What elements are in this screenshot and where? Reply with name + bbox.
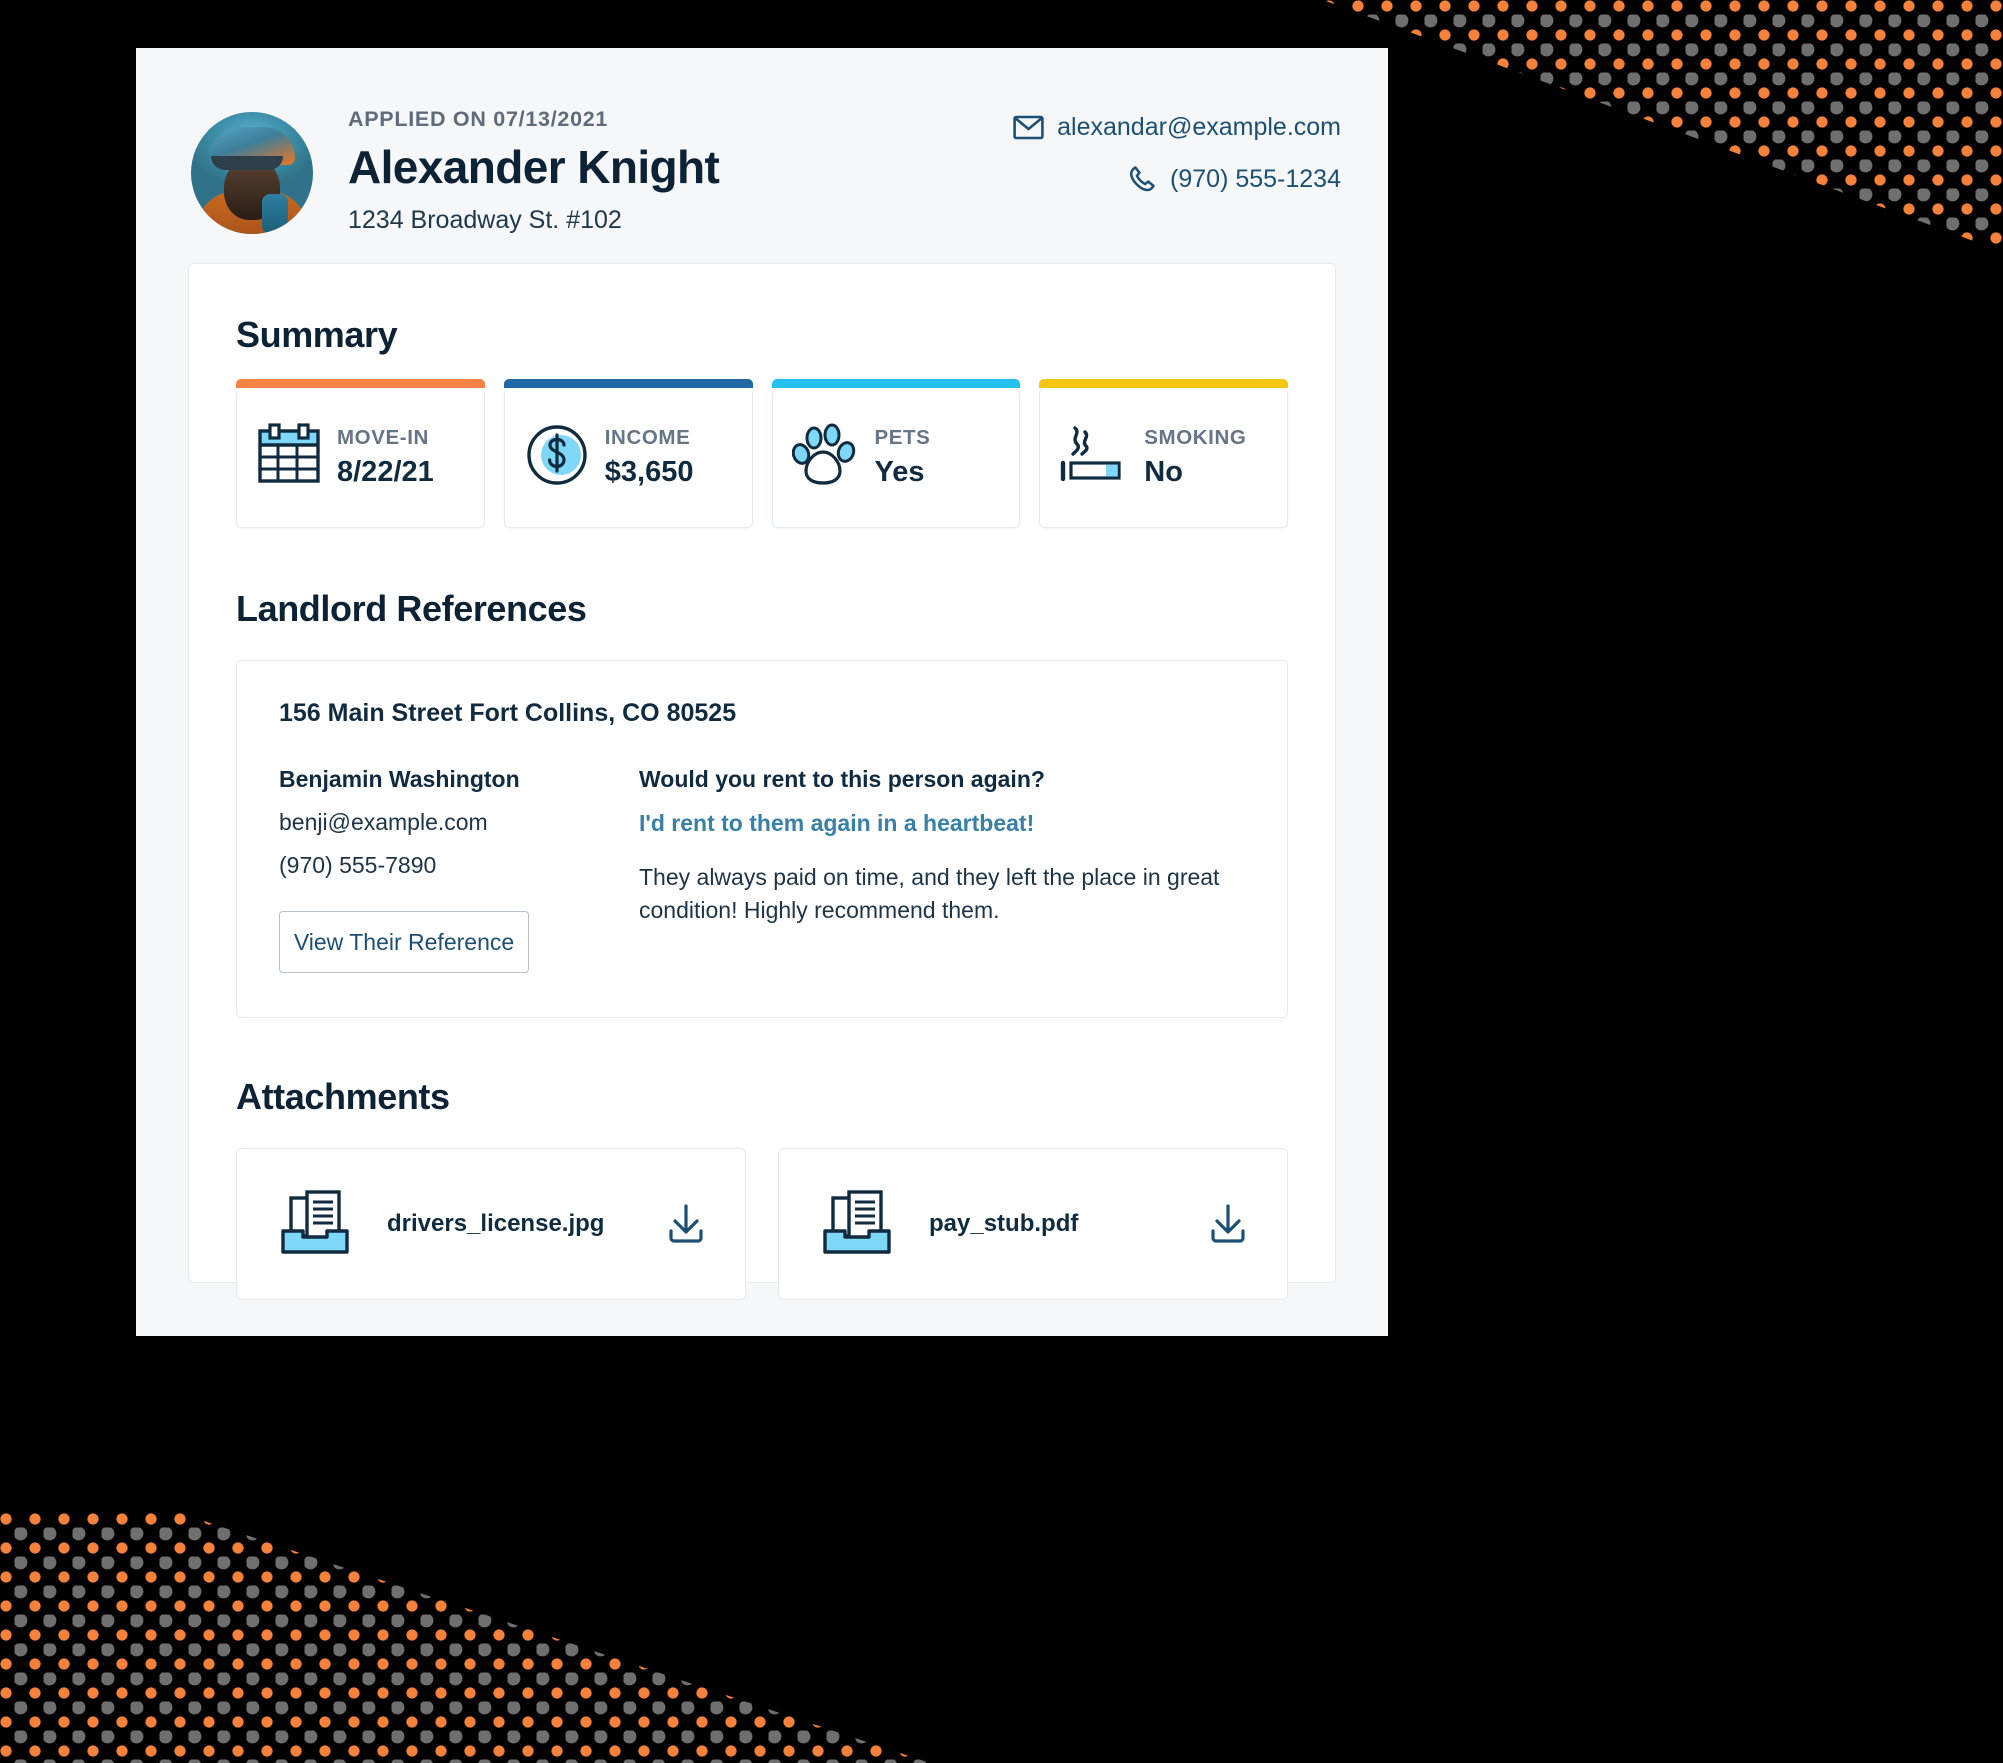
download-icon[interactable] <box>1205 1201 1251 1247</box>
dollar-coin-icon <box>524 422 590 493</box>
summary-card-income: INCOME $3,650 <box>503 379 753 528</box>
summary-card-move-in: MOVE-IN 8/22/21 <box>236 379 485 528</box>
reference-contact-column: Benjamin Washington benji@example.com (9… <box>279 766 579 973</box>
summary-card-accent <box>503 379 753 388</box>
applicant-email-link[interactable]: alexandar@example.com <box>1013 113 1341 142</box>
summary-card-label: MOVE-IN <box>337 426 429 449</box>
reference-note: They always paid on time, and they left … <box>639 864 1220 923</box>
summary-card-value: No <box>1144 456 1183 488</box>
reference-answer-column: Would you rent to this person again? I'd… <box>579 766 1245 973</box>
reference-email: benji@example.com <box>279 809 488 835</box>
summary-card-text: INCOME $3,650 <box>605 426 694 489</box>
summary-card-accent <box>1039 379 1288 388</box>
contact-block: alexandar@example.com (970) 555-1234 <box>1013 103 1341 194</box>
reference-columns: Benjamin Washington benji@example.com (9… <box>279 766 1245 973</box>
landlord-references-heading: Landlord References <box>236 588 587 629</box>
attachment-item-pay-stub[interactable]: pay_stub.pdf <box>778 1148 1288 1300</box>
summary-card-value: $3,650 <box>604 456 694 488</box>
phone-icon <box>1127 164 1157 194</box>
page-title: Alexander Knight <box>348 141 720 193</box>
applied-on-label: APPLIED ON 07/13/2021 <box>348 107 609 131</box>
applicant-email-text: alexandar@example.com <box>1057 113 1341 141</box>
calendar-icon <box>256 423 322 492</box>
applicant-header: APPLIED ON 07/13/2021 Alexander Knight 1… <box>136 48 1388 263</box>
envelope-icon <box>1013 115 1044 140</box>
reference-property-address: 156 Main Street Fort Collins, CO 80525 <box>279 699 737 727</box>
summary-card-accent <box>236 379 485 388</box>
document-tray-icon <box>819 1186 899 1263</box>
reference-answer: I'd rent to them again in a heartbeat! <box>639 810 1035 836</box>
paw-icon <box>791 423 860 492</box>
decorative-dot-pattern-top-right <box>1323 0 2003 252</box>
document-tray-icon <box>277 1186 357 1263</box>
reference-name: Benjamin Washington <box>279 766 520 792</box>
reference-question: Would you rent to this person again? <box>639 766 1045 792</box>
summary-card-value: 8/22/21 <box>337 456 434 488</box>
avatar <box>191 112 313 234</box>
applicant-phone-text: (970) 555-1234 <box>1170 164 1341 193</box>
summary-card-smoking: SMOKING No <box>1039 379 1288 528</box>
summary-card-text: MOVE-IN 8/22/21 <box>337 426 434 489</box>
attachment-filename: drivers_license.jpg <box>387 1210 605 1237</box>
attachment-item-drivers-license[interactable]: drivers_license.jpg <box>236 1148 746 1300</box>
view-their-reference-button[interactable]: View Their Reference <box>279 911 529 973</box>
summary-heading: Summary <box>236 314 398 355</box>
summary-card-pets: PETS Yes <box>771 379 1021 528</box>
avatar-scarf <box>261 194 288 234</box>
application-page: APPLIED ON 07/13/2021 Alexander Knight 1… <box>136 48 1388 1336</box>
summary-card-text: PETS Yes <box>875 426 931 489</box>
summary-card-list: MOVE-IN 8/22/21 INCOME $3,650 PETS Yes S… <box>236 379 1288 528</box>
application-body-card: Summary MOVE-IN 8/22/21 INCOME $3,650 PE… <box>188 263 1336 1300</box>
applicant-phone-link[interactable]: (970) 555-1234 <box>1013 164 1341 194</box>
summary-card-accent <box>771 379 1021 388</box>
summary-card-text: SMOKING No <box>1144 426 1246 489</box>
applicant-address: 1234 Broadway St. #102 <box>348 206 622 235</box>
summary-card-label: INCOME <box>604 426 691 449</box>
avatar-cap-brim <box>211 155 284 170</box>
download-icon[interactable] <box>663 1201 709 1247</box>
summary-card-label: SMOKING <box>1144 426 1247 449</box>
cigarette-icon <box>1059 424 1129 491</box>
summary-card-label: PETS <box>874 426 931 449</box>
reference-phone: (970) 555-7890 <box>279 852 437 878</box>
attachments-heading: Attachments <box>236 1076 450 1117</box>
landlord-reference-card: 156 Main Street Fort Collins, CO 80525 B… <box>236 660 1288 1018</box>
attachment-filename: pay_stub.pdf <box>929 1210 1079 1237</box>
screenshot-root: APPLIED ON 07/13/2021 Alexander Knight 1… <box>0 0 2003 1763</box>
attachment-list: drivers_license.jpg pay_stub.pdf <box>236 1148 1288 1300</box>
decorative-dot-pattern-bottom-left <box>0 1513 930 1763</box>
applicant-identity: APPLIED ON 07/13/2021 Alexander Knight 1… <box>348 103 720 235</box>
summary-card-value: Yes <box>874 456 925 488</box>
